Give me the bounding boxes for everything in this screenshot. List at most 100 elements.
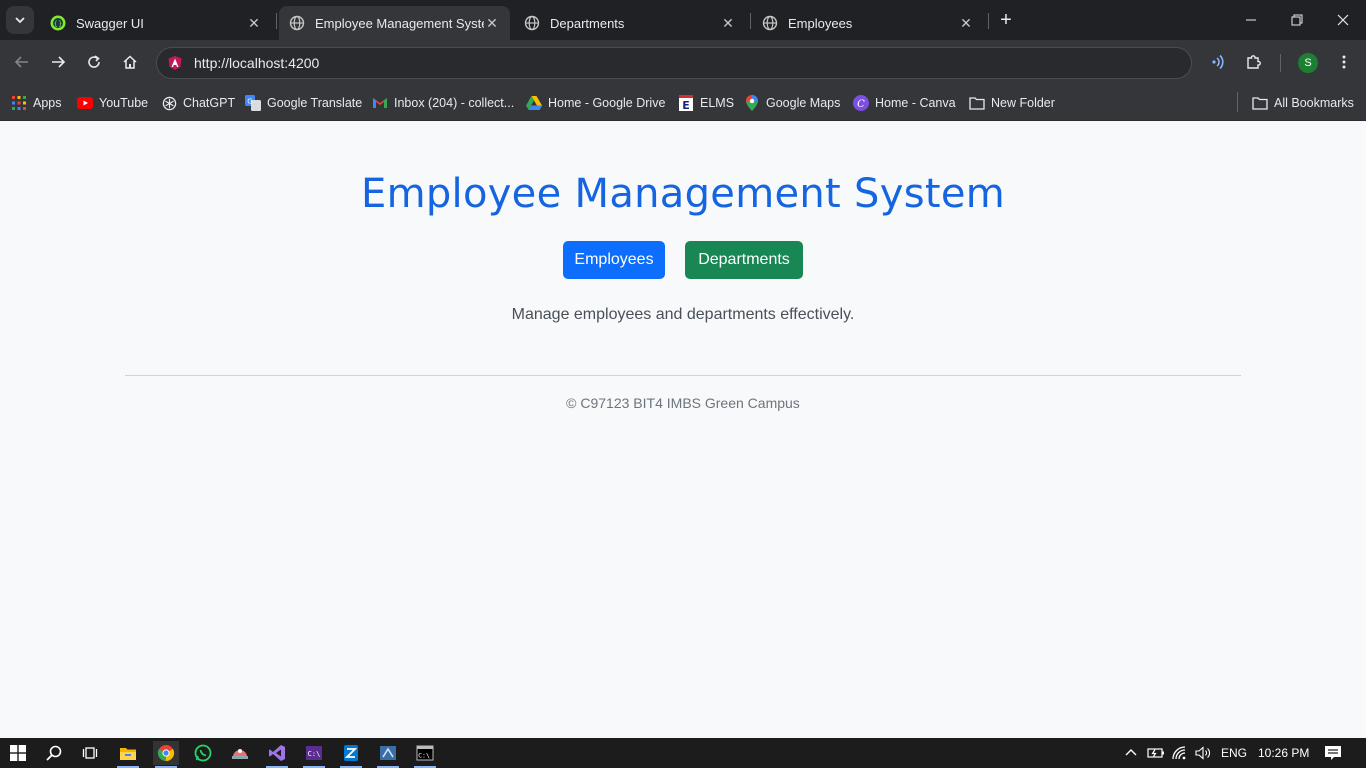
- notifications-button[interactable]: [1324, 738, 1342, 768]
- svg-text:G: G: [247, 98, 252, 106]
- gmail-icon: [372, 95, 388, 111]
- bookmark-elms[interactable]: E ELMS: [678, 91, 734, 115]
- terminal-icon: C:\: [416, 745, 434, 761]
- network-indicator[interactable]: [1172, 738, 1188, 768]
- task-view-button[interactable]: [77, 741, 103, 765]
- taskbar-file-explorer[interactable]: [115, 741, 141, 768]
- globe-icon: [762, 15, 778, 31]
- home-icon: [123, 55, 137, 69]
- bookmark-gmail-inbox[interactable]: Inbox (204) - collect...: [372, 91, 514, 115]
- browser-toolbar: http://localhost:4200 S: [0, 40, 1366, 85]
- tab-employee-management-system[interactable]: Employee Management System ✕: [279, 6, 510, 40]
- home-button[interactable]: [116, 48, 144, 76]
- chrome-icon: [157, 745, 175, 762]
- speaker-icon: [1195, 746, 1210, 760]
- signal-icon: [1212, 54, 1224, 70]
- taskbar-whatsapp[interactable]: [190, 741, 216, 765]
- file-explorer-icon: [120, 748, 136, 760]
- all-bookmarks[interactable]: All Bookmarks: [1252, 91, 1354, 115]
- taskbar-azure-data-studio[interactable]: [338, 741, 364, 768]
- bookmark-chatgpt[interactable]: ChatGPT: [161, 91, 235, 115]
- reload-button[interactable]: [80, 48, 108, 76]
- close-icon[interactable]: ✕: [958, 15, 974, 31]
- taskbar-command-prompt[interactable]: C:\: [412, 741, 438, 768]
- page-content: Employee Management System Employees Dep…: [0, 121, 1366, 738]
- volume-indicator[interactable]: [1195, 738, 1211, 768]
- bookmark-google-maps[interactable]: Google Maps: [744, 91, 840, 115]
- bookmark-label: All Bookmarks: [1274, 96, 1354, 110]
- battery-charging-icon: [1147, 748, 1164, 758]
- browser-menu-button[interactable]: [1331, 49, 1357, 75]
- bookmark-new-folder[interactable]: New Folder: [969, 91, 1055, 115]
- forward-button[interactable]: [44, 48, 72, 76]
- bookmark-label: Google Translate: [267, 96, 363, 110]
- bookmark-label: ELMS: [700, 96, 735, 110]
- chevron-down-icon: [15, 17, 25, 24]
- bookmark-apps[interactable]: Apps: [11, 91, 62, 115]
- bookmark-label: ChatGPT: [183, 96, 236, 110]
- start-button[interactable]: [5, 741, 31, 765]
- puzzle-icon: [1247, 55, 1261, 69]
- globe-icon: [524, 15, 540, 31]
- visual-studio-icon: [269, 745, 285, 761]
- close-icon: [1337, 14, 1349, 26]
- departments-button[interactable]: Departments: [685, 241, 803, 279]
- folder-icon: [969, 95, 985, 111]
- tab-swagger-ui[interactable]: {} Swagger UI ✕: [40, 6, 272, 40]
- taskbar-ssms[interactable]: [375, 741, 401, 768]
- elms-icon: E: [678, 95, 694, 111]
- address-bar[interactable]: http://localhost:4200: [156, 47, 1192, 79]
- tab-strip: {} Swagger UI ✕ Employee Management Syst…: [0, 0, 1366, 40]
- google-translate-icon: G: [245, 95, 261, 111]
- globe-icon: [289, 15, 305, 31]
- wifi-icon: [1172, 746, 1186, 760]
- footer-divider: [125, 375, 1241, 376]
- minimize-icon: [1246, 19, 1256, 21]
- close-window-button[interactable]: [1320, 0, 1366, 40]
- profile-avatar[interactable]: S: [1298, 53, 1318, 73]
- tab-departments[interactable]: Departments ✕: [514, 6, 746, 40]
- notification-icon: [1325, 746, 1341, 760]
- sql-server-icon: [380, 746, 396, 760]
- svg-text:C: C: [857, 99, 865, 110]
- close-icon[interactable]: ✕: [720, 15, 736, 31]
- close-icon[interactable]: ✕: [246, 15, 262, 31]
- minimize-button[interactable]: [1228, 0, 1274, 40]
- taskbar-chrome[interactable]: [153, 741, 179, 768]
- toolbar-separator: [1280, 54, 1281, 72]
- svg-text:C:\: C:\: [308, 750, 321, 758]
- restore-button[interactable]: [1274, 0, 1320, 40]
- bookmark-label: Home - Google Drive: [548, 96, 666, 110]
- taskbar-helmet-app[interactable]: [227, 741, 253, 765]
- tab-employees[interactable]: Employees ✕: [752, 6, 984, 40]
- taskbar-search-button[interactable]: [41, 741, 67, 765]
- tab-search-button[interactable]: [6, 6, 34, 34]
- youtube-icon: [77, 95, 93, 111]
- canva-icon: C: [853, 95, 869, 111]
- page-title: Employee Management System: [361, 171, 1005, 217]
- angular-icon: [166, 54, 184, 72]
- taskbar-cpp-app[interactable]: C:\: [301, 741, 327, 768]
- employees-button[interactable]: Employees: [563, 241, 665, 279]
- url-text[interactable]: http://localhost:4200: [194, 55, 319, 71]
- back-button[interactable]: [8, 48, 36, 76]
- new-tab-button[interactable]: +: [995, 9, 1017, 31]
- bookmark-canva[interactable]: C Home - Canva: [853, 91, 956, 115]
- extensions-button[interactable]: [1241, 49, 1267, 75]
- show-hidden-icons-button[interactable]: [1124, 738, 1138, 768]
- swagger-icon: {}: [50, 15, 66, 31]
- taskbar-clock[interactable]: 10:26 PM: [1258, 738, 1309, 768]
- forward-arrow-icon: [52, 56, 66, 68]
- cast-media-button[interactable]: [1205, 49, 1231, 75]
- tab-title: Employee Management System: [315, 15, 484, 31]
- bookmark-google-drive[interactable]: Home - Google Drive: [526, 91, 665, 115]
- folder-icon: [1252, 95, 1268, 111]
- bookmark-google-translate[interactable]: G Google Translate: [245, 91, 362, 115]
- tab-title: Departments: [550, 15, 625, 31]
- page-description: Manage employees and departments effecti…: [511, 306, 855, 323]
- language-indicator[interactable]: ENG: [1221, 738, 1247, 768]
- battery-indicator[interactable]: [1147, 738, 1165, 768]
- close-icon[interactable]: ✕: [484, 15, 500, 31]
- bookmark-youtube[interactable]: YouTube: [77, 91, 148, 115]
- taskbar-visual-studio[interactable]: [264, 741, 290, 768]
